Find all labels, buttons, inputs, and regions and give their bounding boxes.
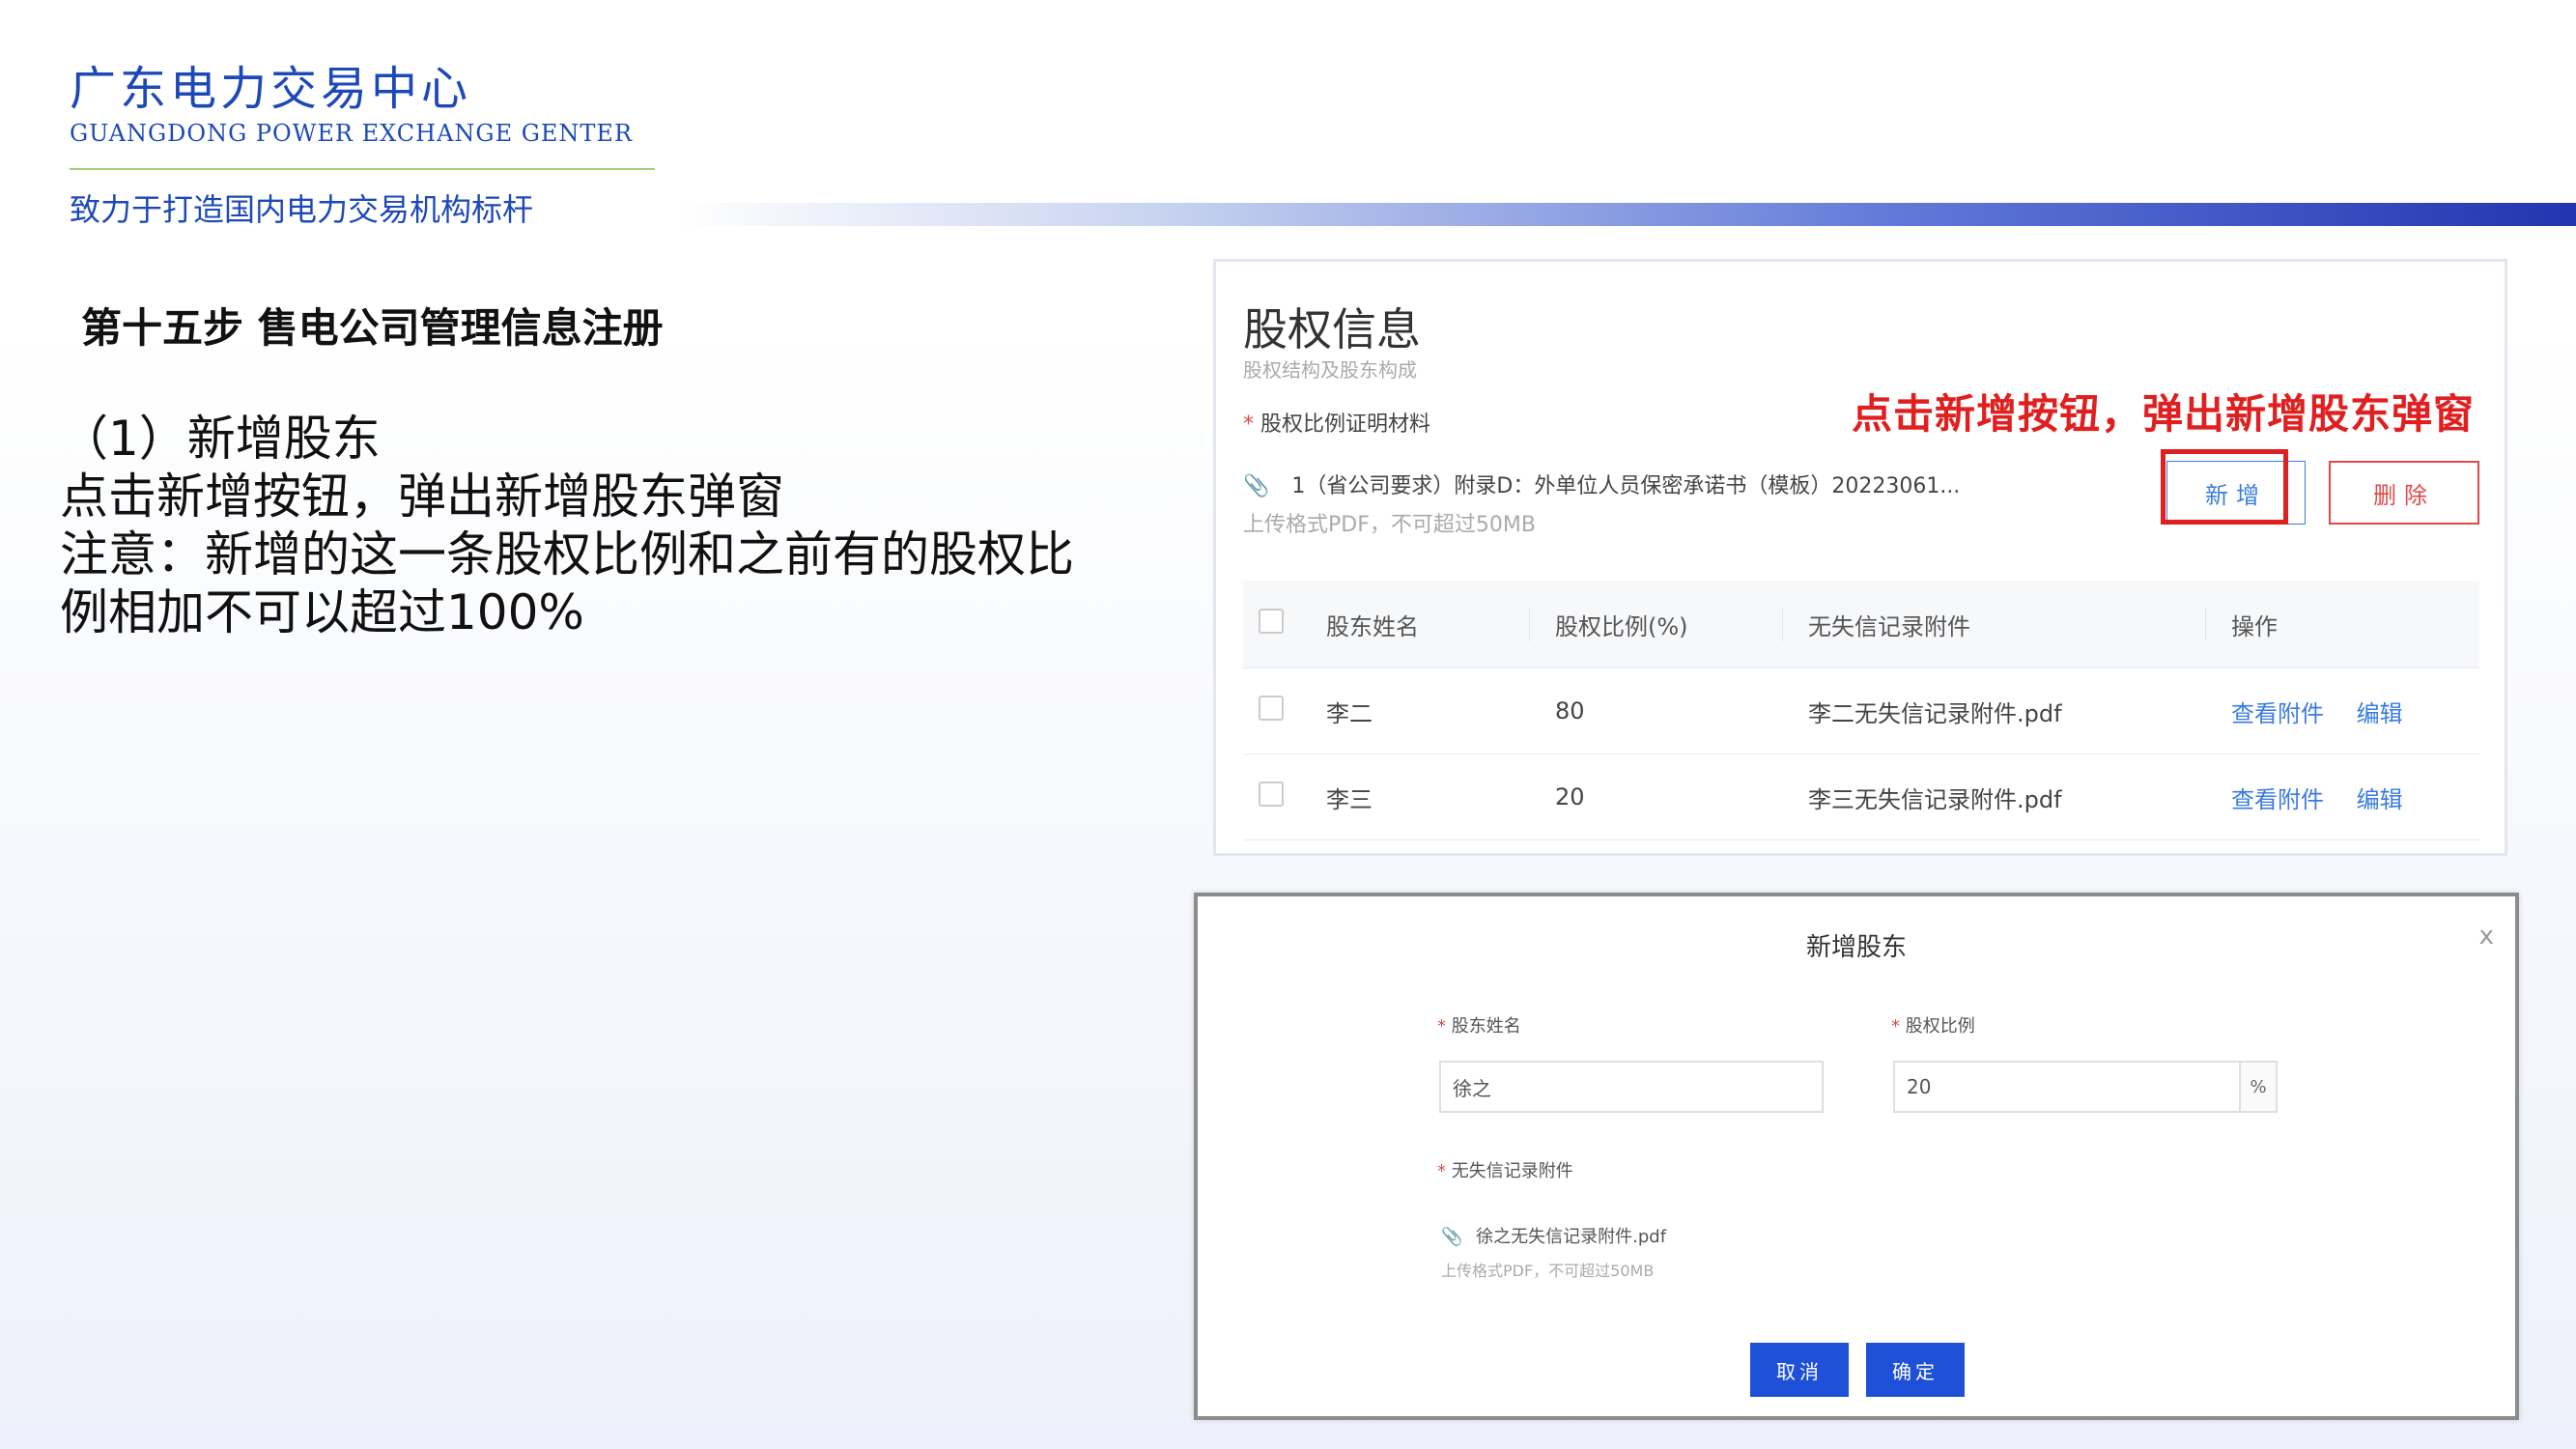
brand-title: 广东电力交易中心 [70,62,472,116]
name-label: * 股东姓名 [1437,1012,1521,1037]
table-row: 李二 80 李二无失信记录附件.pdf 查看附件 编辑 [1243,668,2479,754]
header-file: 无失信记录附件 [1782,607,2205,641]
add-shareholder-button[interactable]: 新增 [2166,461,2306,525]
view-attachment-link[interactable]: 查看附件 [2231,786,2324,813]
paperclip-icon: 📎 [1243,474,1270,498]
edit-link[interactable]: 编辑 [2357,786,2403,813]
row-actions: 查看附件 编辑 [2205,781,2479,814]
attach-label: * 无失信记录附件 [1437,1157,1573,1182]
attached-file-name[interactable]: 徐之无失信记录附件.pdf [1476,1227,1666,1247]
dialog-title: 新增股东 [1805,933,1907,962]
dialog-upload-hint: 上传格式PDF，不可超过50MB [1441,1262,1655,1280]
instruction-line: 注意：新增的这一条股权比例和之前有的股权比 [60,526,1074,582]
percent-suffix: % [2239,1061,2278,1113]
instruction-line: （1）新增股东 [60,411,381,467]
cancel-button[interactable]: 取消 [1750,1343,1849,1397]
row-select-cell[interactable] [1243,781,1326,812]
instruction-line: 点击新增按钮，弹出新增股东弹窗 [60,469,784,525]
row-name: 李三 [1326,785,1373,813]
row-file: 李二无失信记录附件.pdf [1808,699,2062,727]
upload-hint: 上传格式PDF，不可超过50MB [1243,513,1536,537]
attachment-name[interactable]: 1（省公司要求）附录D：外单位人员保密承诺书（模板）20223061... [1291,474,1960,498]
brand-slogan: 致力于打造国内电力交易机构标杆 [70,191,534,228]
close-icon[interactable]: x [2479,922,2494,951]
ratio-label: * 股权比例 [1891,1012,1975,1037]
delete-shareholder-button[interactable]: 删除 [2329,461,2479,525]
row-checkbox[interactable] [1259,781,1284,807]
proof-label: * 股权比例证明材料 [1243,407,1430,438]
table-header: 股东姓名 股权比例(%) 无失信记录附件 操作 [1243,581,2479,668]
panel-title: 股权信息 [1243,303,1421,355]
row-select-cell[interactable] [1243,696,1326,726]
table-row: 李三 20 李三无失信记录附件.pdf 查看附件 编辑 [1243,754,2479,840]
equity-info-panel: 股权信息 股权结构及股东构成 * 股权比例证明材料 点击新增按钮，弹出新增股东弹… [1213,259,2507,856]
add-shareholder-dialog: 新增股东 x * 股东姓名 徐之 * 股权比例 20 % * 无失信记录附件 📎… [1194,893,2519,1420]
row-ratio: 80 [1555,697,1585,724]
select-all-cell[interactable] [1243,609,1326,639]
header-actions: 操作 [2205,607,2479,641]
step-title: 第十五步 售电公司管理信息注册 [81,304,664,352]
header-ratio: 股权比例(%) [1529,607,1782,641]
required-mark: * [1243,412,1254,437]
shareholder-name-input[interactable]: 徐之 [1439,1061,1824,1113]
proof-label-text: 股权比例证明材料 [1260,412,1431,437]
name-label-text: 股东姓名 [1451,1016,1521,1037]
required-mark: * [1891,1016,1900,1037]
instructions: （1）新增股东 点击新增按钮，弹出新增股东弹窗 注意：新增的这一条股权比例和之前… [60,410,1074,641]
paperclip-icon: 📎 [1441,1227,1463,1247]
view-attachment-link[interactable]: 查看附件 [2231,700,2324,727]
instruction-line: 例相加不可以超过100% [60,584,584,640]
confirm-button[interactable]: 确定 [1866,1343,1965,1397]
brand-divider [70,168,655,170]
brand-subtitle: GUANGDONG POWER EXCHANGE GENTER [70,120,634,147]
select-all-checkbox[interactable] [1259,609,1284,634]
row-file: 李三无失信记录附件.pdf [1808,785,2062,813]
ratio-label-text: 股权比例 [1905,1016,1975,1037]
row-name: 李二 [1326,699,1373,727]
attach-label-text: 无失信记录附件 [1451,1161,1573,1181]
equity-ratio-input[interactable]: 20 [1893,1061,2241,1113]
header-name: 股东姓名 [1326,612,1419,640]
row-ratio: 20 [1555,783,1585,810]
row-actions: 查看附件 编辑 [2205,695,2479,728]
shareholder-table: 股东姓名 股权比例(%) 无失信记录附件 操作 李二 80 李二无失信记录附件.… [1243,581,2479,840]
attachment-row[interactable]: 📎 1（省公司要求）附录D：外单位人员保密承诺书（模板）20223061... [1243,469,1960,499]
required-mark: * [1437,1161,1446,1181]
attached-file[interactable]: 📎 徐之无失信记录附件.pdf [1441,1223,1666,1248]
panel-subtitle: 股权结构及股东构成 [1243,358,1417,382]
required-mark: * [1437,1016,1446,1037]
header-gradient-bar [676,203,2576,226]
edit-link[interactable]: 编辑 [2357,700,2403,727]
annotation-text: 点击新增按钮，弹出新增股东弹窗 [1852,390,2476,438]
row-checkbox[interactable] [1259,696,1284,721]
